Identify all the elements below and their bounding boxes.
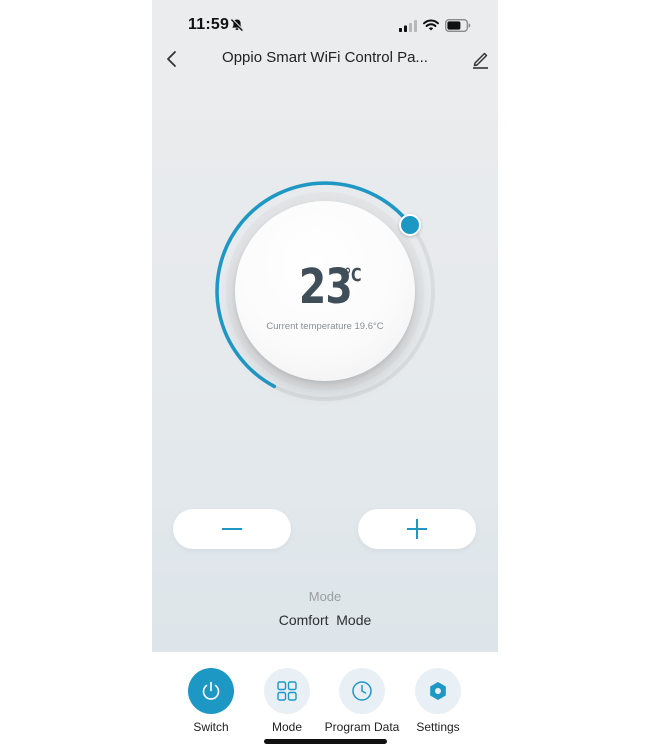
nav-bar: Oppio Smart WiFi Control Pa... [152, 44, 498, 74]
status-time: 11:59 [188, 16, 230, 33]
minus-icon [222, 528, 242, 530]
decrease-temperature-button[interactable] [173, 509, 291, 549]
hex-gear-icon [430, 682, 446, 700]
tab-mode-label: Mode [271, 720, 303, 734]
plus-icon [407, 519, 427, 539]
bottom-tab-bar: Switch Mode Program Data Settings [152, 652, 498, 750]
tab-settings-label: Settings [416, 720, 460, 734]
power-icon [202, 681, 220, 700]
tab-mode-circle [264, 668, 310, 714]
tab-program-data[interactable]: Program Data [324, 668, 400, 734]
mode-value: Comfort Mode [278, 612, 372, 628]
wifi-icon [423, 19, 439, 31]
tab-switch-circle [188, 668, 234, 714]
temperature-unit: ℃ [344, 265, 362, 286]
battery-icon [445, 19, 471, 32]
page-title: Oppio Smart WiFi Control Pa... [222, 49, 428, 66]
set-temperature: 23 ℃ [235, 259, 415, 315]
back-chevron-icon[interactable] [162, 48, 182, 70]
app-screen: 11:59 Oppio Smart WiFi Control Pa... 23 … [152, 0, 498, 652]
tab-switch-label: Switch [193, 720, 229, 734]
status-bar: 11:59 [152, 14, 498, 38]
edit-pencil-icon[interactable] [470, 48, 490, 70]
silent-bell-icon [230, 18, 244, 32]
cellular-signal-icon [399, 20, 417, 32]
dial-knob: 23 ℃ Current temperature 19.6°C [235, 201, 415, 381]
dial-handle[interactable] [399, 213, 422, 236]
current-temperature: Current temperature 19.6°C [266, 321, 384, 332]
temperature-dial[interactable]: 23 ℃ Current temperature 19.6°C [210, 176, 440, 406]
tab-settings[interactable]: Settings [400, 668, 476, 734]
clock-icon [352, 681, 372, 701]
phone-screen: 11:59 Oppio Smart WiFi Control Pa... 23 … [152, 0, 498, 750]
grid-icon [277, 681, 297, 701]
tab-settings-circle [415, 668, 461, 714]
mode-label: Mode [308, 589, 342, 604]
tab-mode[interactable]: Mode [249, 668, 325, 734]
tab-program-data-label: Program Data [324, 720, 400, 734]
increase-temperature-button[interactable] [358, 509, 476, 549]
tab-program-data-circle [339, 668, 385, 714]
tab-switch[interactable]: Switch [173, 668, 249, 734]
home-indicator [264, 739, 387, 744]
